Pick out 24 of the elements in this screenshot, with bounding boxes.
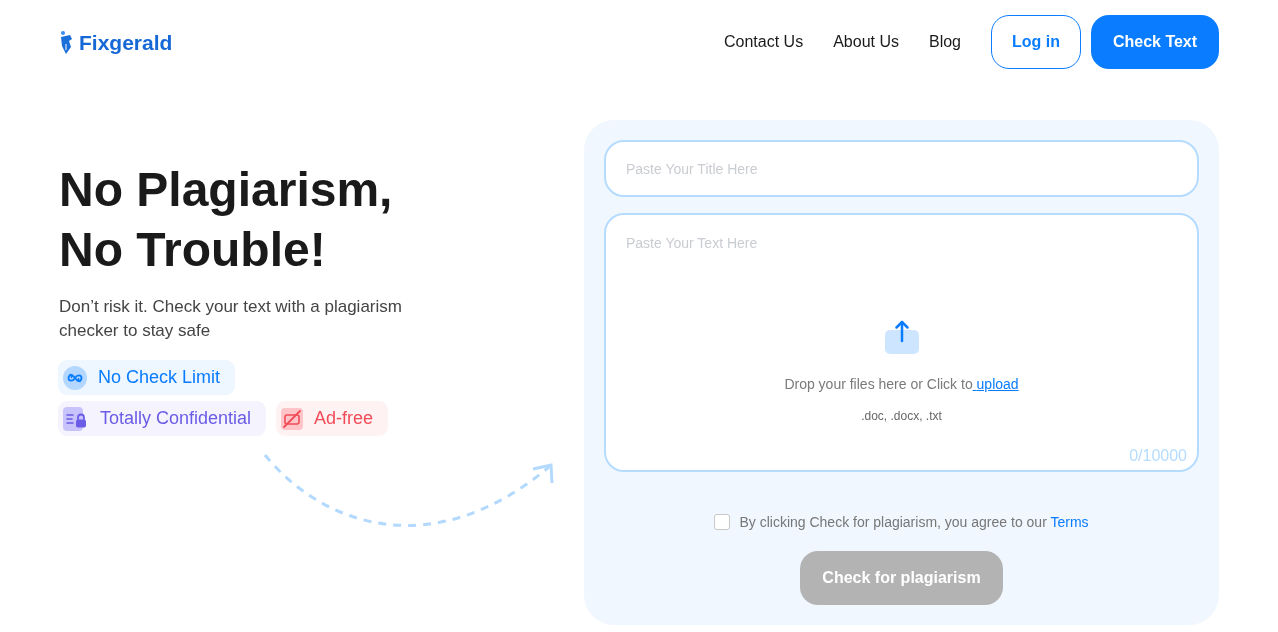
- hero-title-line: No Trouble!: [59, 223, 326, 276]
- upload-link[interactable]: upload: [972, 376, 1019, 392]
- pen-nib-icon: [59, 30, 74, 54]
- character-counter: 0/10000: [1129, 446, 1187, 466]
- agree-text: By clicking Check for plagiarism, you agree to our Terms: [739, 513, 1089, 532]
- feature-label: Ad-free: [314, 407, 374, 430]
- infinity-loop-icon: [63, 365, 87, 390]
- login-button[interactable]: Log in: [991, 15, 1081, 69]
- document-lock-icon: [63, 406, 89, 431]
- upload-icon[interactable]: [884, 320, 919, 354]
- feature-label: Totally Confidential: [100, 407, 252, 430]
- terms-link[interactable]: Terms: [1050, 514, 1089, 530]
- crossed-out-rectangle-icon: [281, 407, 304, 430]
- agree-checkbox[interactable]: [714, 514, 731, 530]
- nav-link[interactable]: Blog: [928, 30, 961, 54]
- hero-subtitle: Don’t risk it. Check your text with a plagiarism checker to stay safe: [59, 296, 403, 342]
- check-text-button[interactable]: Check Text: [1091, 15, 1219, 69]
- nav-link[interactable]: About Us: [833, 30, 899, 54]
- file-formats-text: .doc, .docx, .txt: [861, 408, 942, 424]
- feature-label: No Check Limit: [98, 366, 221, 389]
- upload-prompt: Drop your files here or Click to upload: [784, 375, 1019, 394]
- logo-text: Fixgerald: [79, 31, 173, 53]
- hero-title-line: No Plagiarism,: [59, 163, 393, 216]
- nav-link[interactable]: Contact Us: [724, 30, 804, 54]
